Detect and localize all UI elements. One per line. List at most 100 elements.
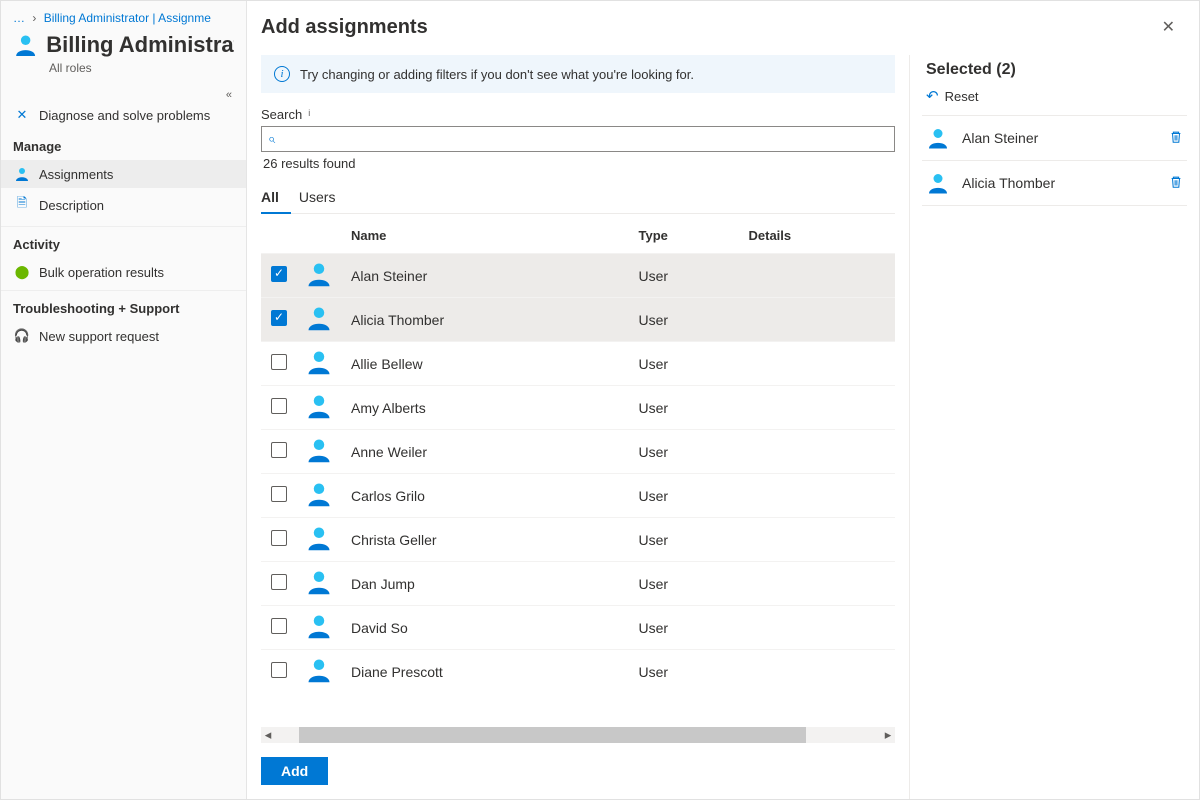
nav-section-activity: Activity — [1, 226, 246, 258]
user-avatar-icon — [305, 656, 333, 684]
table-row[interactable]: Alicia ThomberUser — [261, 298, 895, 342]
nav-description[interactable]: 🗎 Description — [1, 188, 246, 222]
row-checkbox[interactable] — [271, 618, 287, 634]
selected-header: Selected (2) — [922, 55, 1187, 85]
nav-new-support-request[interactable]: 🎧 New support request — [1, 322, 246, 350]
selected-item-name: Alan Steiner — [950, 130, 1169, 146]
table-row[interactable]: Dan JumpUser — [261, 562, 895, 606]
user-avatar-icon — [305, 392, 333, 420]
row-details — [741, 606, 896, 650]
nav-label: Assignments — [39, 167, 113, 182]
info-icon[interactable]: i — [308, 108, 321, 121]
row-name: Alan Steiner — [343, 254, 631, 298]
nav-label: Bulk operation results — [39, 265, 164, 280]
selected-item: Alan Steiner — [922, 116, 1187, 161]
row-checkbox[interactable] — [271, 442, 287, 458]
row-name: Carlos Grilo — [343, 474, 631, 518]
table-row[interactable]: Carlos GriloUser — [261, 474, 895, 518]
selected-item: Alicia Thomber — [922, 161, 1187, 206]
row-checkbox[interactable] — [271, 574, 287, 590]
tab-users[interactable]: Users — [299, 183, 336, 213]
table-row[interactable]: Diane PrescottUser — [261, 650, 895, 694]
row-type: User — [631, 342, 741, 386]
row-name: Alicia Thomber — [343, 298, 631, 342]
row-type: User — [631, 606, 741, 650]
remove-selected-button[interactable] — [1169, 130, 1183, 147]
reset-button[interactable]: ↶ Reset — [922, 85, 1187, 115]
add-button[interactable]: Add — [261, 757, 328, 785]
results-count: 26 results found — [261, 152, 895, 183]
row-checkbox[interactable] — [271, 354, 287, 370]
row-name: Anne Weiler — [343, 430, 631, 474]
user-avatar-icon — [305, 260, 333, 288]
row-details — [741, 518, 896, 562]
breadcrumb-ellipsis[interactable]: … — [13, 11, 25, 25]
remove-selected-button[interactable] — [1169, 175, 1183, 192]
document-icon: 🗎 — [13, 194, 31, 216]
horizontal-scrollbar[interactable]: ◂ ▸ — [261, 727, 895, 743]
tabs: All Users — [261, 183, 895, 214]
row-details — [741, 298, 896, 342]
row-checkbox[interactable] — [271, 662, 287, 678]
row-name: Christa Geller — [343, 518, 631, 562]
search-icon: ⌕ — [268, 131, 275, 147]
nav-assignments[interactable]: Assignments — [1, 160, 246, 188]
user-avatar-icon — [305, 612, 333, 640]
table-row[interactable]: Amy AlbertsUser — [261, 386, 895, 430]
table-row[interactable]: Anne WeilerUser — [261, 430, 895, 474]
nav-diagnose[interactable]: ✕ Diagnose and solve problems — [1, 101, 246, 129]
search-input[interactable] — [261, 126, 895, 152]
breadcrumb-link[interactable]: Billing Administrator | Assignme — [44, 11, 211, 25]
row-checkbox[interactable] — [271, 398, 287, 414]
row-details — [741, 386, 896, 430]
row-name: Dan Jump — [343, 562, 631, 606]
table-row[interactable]: Allie BellewUser — [261, 342, 895, 386]
selected-item-name: Alicia Thomber — [950, 175, 1169, 191]
row-checkbox[interactable] — [271, 310, 287, 326]
row-type: User — [631, 298, 741, 342]
info-text: Try changing or adding filters if you do… — [300, 67, 694, 82]
row-details — [741, 562, 896, 606]
nav-bulk-operation-results[interactable]: ⬤ Bulk operation results — [1, 258, 246, 286]
row-type: User — [631, 254, 741, 298]
row-type: User — [631, 386, 741, 430]
bulk-icon: ⬤ — [13, 264, 31, 280]
info-bar: i Try changing or adding filters if you … — [261, 55, 895, 93]
row-name: Amy Alberts — [343, 386, 631, 430]
user-avatar-icon — [305, 480, 333, 508]
tab-all[interactable]: All — [261, 183, 279, 213]
nav-label: New support request — [39, 329, 159, 344]
user-avatar-icon — [305, 304, 333, 332]
column-name[interactable]: Name — [343, 218, 631, 254]
collapse-sidebar-button[interactable]: « — [1, 89, 246, 101]
nav-label: Description — [39, 198, 104, 213]
results-list[interactable]: Name Type Details Alan SteinerUserAlicia… — [261, 218, 895, 727]
row-details — [741, 430, 896, 474]
table-row[interactable]: Alan SteinerUser — [261, 254, 895, 298]
support-icon: 🎧 — [13, 328, 31, 344]
column-details[interactable]: Details — [741, 218, 896, 254]
row-checkbox[interactable] — [271, 486, 287, 502]
row-details — [741, 342, 896, 386]
row-checkbox[interactable] — [271, 266, 287, 282]
row-type: User — [631, 518, 741, 562]
row-details — [741, 254, 896, 298]
row-type: User — [631, 474, 741, 518]
user-avatar-icon — [305, 524, 333, 552]
breadcrumb: … › Billing Administrator | Assignme — [1, 11, 246, 29]
row-type: User — [631, 562, 741, 606]
table-row[interactable]: Christa GellerUser — [261, 518, 895, 562]
row-name: David So — [343, 606, 631, 650]
close-icon[interactable]: ✕ — [1158, 13, 1179, 41]
table-row[interactable]: David SoUser — [261, 606, 895, 650]
column-type[interactable]: Type — [631, 218, 741, 254]
user-avatar-icon — [305, 436, 333, 464]
row-name: Allie Bellew — [343, 342, 631, 386]
wrench-icon: ✕ — [13, 107, 31, 123]
row-type: User — [631, 430, 741, 474]
user-avatar-icon — [305, 348, 333, 376]
user-avatar-icon — [926, 126, 950, 150]
row-type: User — [631, 650, 741, 694]
panel-title: Add assignments — [261, 16, 428, 39]
row-checkbox[interactable] — [271, 530, 287, 546]
